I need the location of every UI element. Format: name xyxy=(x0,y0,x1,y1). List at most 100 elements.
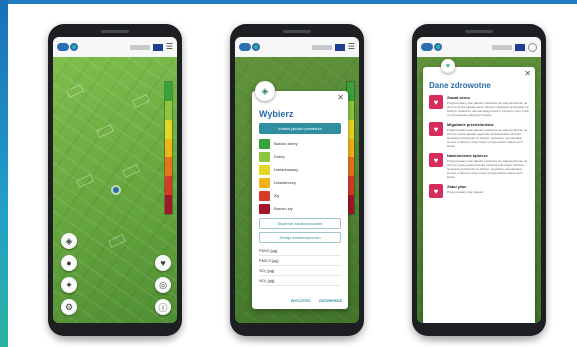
app-logo-icon[interactable] xyxy=(239,43,260,51)
phone-speaker xyxy=(101,30,129,33)
scale-segment xyxy=(347,176,354,196)
phone-health-view: ♥ ✕ Dane zdrowotne ♥ Zawał serca Prognozow… xyxy=(412,24,546,336)
pollutant-option[interactable]: SO₂ [µg] xyxy=(259,266,341,276)
app-logo-icon[interactable] xyxy=(421,43,442,51)
level-swatch xyxy=(259,151,270,162)
aqi-level-item: Zły xyxy=(259,189,341,202)
level-label: Bardzo zły xyxy=(274,206,293,211)
aqi-level-item: Bardzo dobry xyxy=(259,137,341,150)
level-swatch xyxy=(259,203,270,214)
close-icon[interactable]: ✕ xyxy=(337,93,344,102)
heart-icon: ♥ xyxy=(429,184,443,198)
scale-segment xyxy=(165,138,172,158)
health-item-name: Zawał serca xyxy=(447,95,470,100)
phone-speaker xyxy=(465,30,493,33)
heart-icon: ♥ xyxy=(429,122,443,136)
aqi-index-button[interactable]: Indeks jakości powietrza xyxy=(259,123,341,134)
eu-flag-icon xyxy=(515,43,525,51)
health-item-desc: Prognozowany stan jakości powietrza nie … xyxy=(447,159,528,179)
app-logo-icon[interactable] xyxy=(57,43,78,51)
scale-segment xyxy=(165,82,172,101)
level-swatch xyxy=(259,190,270,201)
scale-segment xyxy=(165,100,172,120)
scale-segment xyxy=(165,176,172,196)
emission-button[interactable]: Emisja zanieczyszczeń xyxy=(259,232,341,243)
app-bar: ☰ xyxy=(53,37,177,57)
app-bar xyxy=(417,37,541,57)
clear-button[interactable]: WYCZYŚĆ xyxy=(291,298,311,303)
concentration-button[interactable]: Stężenie zanieczyszczeń xyxy=(259,218,341,229)
top-accent-bar xyxy=(0,0,577,4)
heart-icon: ♥ xyxy=(429,153,443,167)
scale-segment xyxy=(165,157,172,177)
health-item[interactable]: ♥ Zawał serca Prognozowany stan jakości po… xyxy=(429,95,529,117)
health-item-desc: Prognozowany stan jakości xyxy=(447,190,484,194)
scale-segment xyxy=(347,119,354,139)
close-icon[interactable]: ✕ xyxy=(524,69,531,78)
sponsor-logo xyxy=(129,44,150,50)
eu-flag-icon xyxy=(152,43,163,51)
hamburger-menu-icon[interactable]: ☰ xyxy=(348,43,355,51)
layers-icon[interactable]: ◈ xyxy=(61,233,77,249)
level-label: Dostateczny xyxy=(274,180,297,185)
scale-segment xyxy=(165,195,172,215)
aqi-level-item: Dostateczny xyxy=(259,176,341,189)
app-bar: ☰ xyxy=(235,37,359,57)
pollutant-list: PM10 [µg] PM2,5 [µg] SO₂ [µg] NO₂ [µg] xyxy=(259,246,341,286)
info-icon[interactable]: ⓘ xyxy=(155,299,171,315)
heart-icon: ♥ xyxy=(429,95,443,109)
level-label: Dobry xyxy=(274,154,285,159)
map-building xyxy=(96,123,114,139)
screen-select: ☰ ◈ ✕ Wybierz Indeks jakości powietrza B… xyxy=(235,37,359,323)
aqi-levels-list: Bardzo dobry Dobry Umiarkowany Dostateczny Z… xyxy=(259,137,341,215)
map-building xyxy=(76,173,94,189)
health-item[interactable]: ♥ Migotanie przedsionków Prognozowany stan… xyxy=(429,122,529,148)
screen-map: ☰ ◈ ● ✦ ⚙ ♥ ◎ ⓘ xyxy=(53,37,177,323)
aqi-level-item: Bardzo zły xyxy=(259,202,341,215)
scale-segment xyxy=(165,119,172,139)
health-item-desc: Prognozowany stan jakości powietrza nie … xyxy=(447,128,528,148)
phone-select-view: ☰ ◈ ✕ Wybierz Indeks jakości powietrza B… xyxy=(230,24,364,336)
level-label: Zły xyxy=(274,193,280,198)
location-icon[interactable]: ● xyxy=(61,255,77,271)
health-item[interactable]: ♥ Zator płuc Prognozowany stan jakości xyxy=(429,184,529,198)
location-marker-icon[interactable] xyxy=(113,187,119,193)
confirm-button[interactable]: ZATWIERDŹ xyxy=(319,298,342,303)
profile-icon[interactable] xyxy=(528,42,537,52)
map-building xyxy=(122,163,140,179)
left-gradient-edge xyxy=(0,0,8,347)
pollutant-option[interactable]: PM10 [µg] xyxy=(259,246,341,256)
eu-flag-icon xyxy=(334,43,345,51)
phone-speaker xyxy=(283,30,311,33)
shield-icon[interactable]: ♥ xyxy=(155,255,171,271)
scale-segment xyxy=(347,157,354,177)
dialog-title: Wybierz xyxy=(259,109,294,119)
level-swatch xyxy=(259,138,270,149)
scale-segment xyxy=(347,82,354,101)
layers-icon: ◈ xyxy=(255,81,275,101)
health-item-text: Zawał serca Prognozowany stan jakości pow… xyxy=(447,95,529,117)
compass-icon[interactable]: ✦ xyxy=(61,277,77,293)
aqi-color-scale xyxy=(164,81,173,215)
health-item-name: Zator płuc xyxy=(447,184,467,189)
scale-segment xyxy=(347,100,354,120)
level-swatch xyxy=(259,164,270,175)
health-item-text: Nadciśnienie tętnicze Prognozowany stan j… xyxy=(447,153,529,179)
hamburger-menu-icon[interactable]: ☰ xyxy=(166,43,173,51)
panel-title: Dane zdrowotne xyxy=(429,81,491,90)
phone-map-view: ☰ ◈ ● ✦ ⚙ ♥ ◎ ⓘ xyxy=(48,24,182,336)
scale-segment xyxy=(347,195,354,215)
sponsor-logo xyxy=(492,44,512,50)
level-label: Umiarkowany xyxy=(274,167,299,172)
level-label: Bardzo dobry xyxy=(274,141,298,146)
pollutant-option[interactable]: NO₂ [µg] xyxy=(259,276,341,286)
sponsor-logo xyxy=(311,44,332,50)
map-building xyxy=(66,83,84,99)
health-item-desc: Prognozowany stan jakości powietrza nie … xyxy=(447,101,529,117)
pollutant-option[interactable]: PM2,5 [µg] xyxy=(259,256,341,266)
health-item-text: Migotanie przedsionków Prognozowany stan … xyxy=(447,122,529,148)
map-building xyxy=(108,233,126,249)
locate-icon[interactable]: ◎ xyxy=(155,277,171,293)
settings-icon[interactable]: ⚙ xyxy=(61,299,77,315)
health-item[interactable]: ♥ Nadciśnienie tętnicze Prognozowany stan … xyxy=(429,153,529,179)
